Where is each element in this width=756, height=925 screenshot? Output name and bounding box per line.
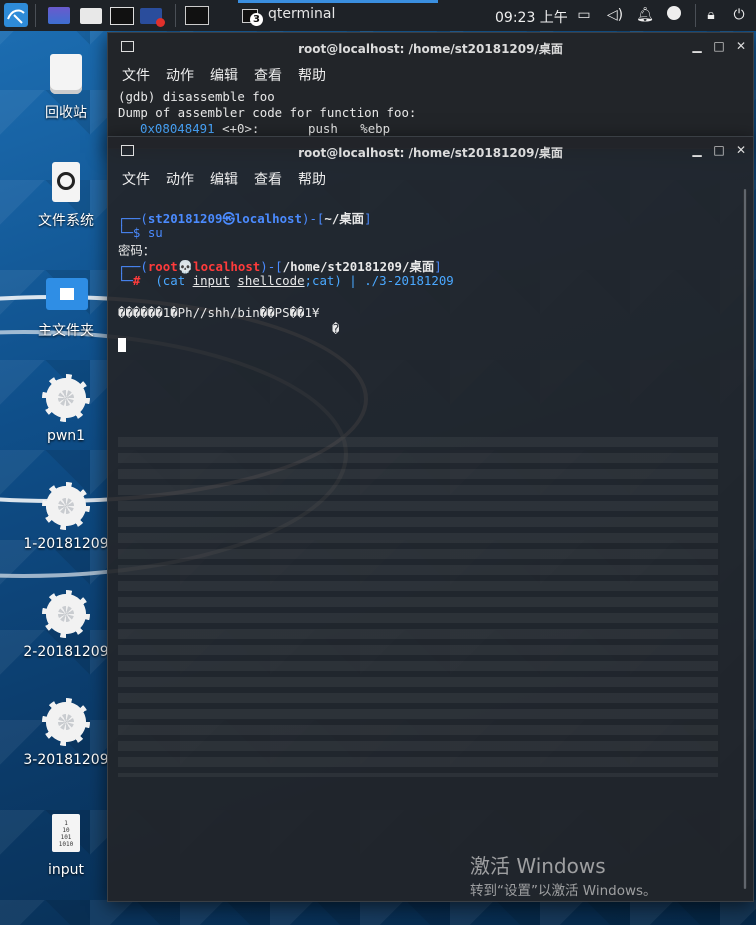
menu-action[interactable]: 动作 — [166, 65, 194, 85]
command-line-su: └─$ su — [118, 225, 163, 240]
volume-icon[interactable]: ◁) — [606, 6, 624, 24]
terminal-launcher-icon[interactable] — [110, 7, 134, 25]
gear-icon — [42, 590, 90, 638]
desktop-icon-1-20181209[interactable]: 1-20181209 — [16, 482, 116, 552]
task-count-badge: 3 — [250, 13, 263, 26]
menu-help[interactable]: 帮助 — [298, 169, 326, 189]
background-bleed — [118, 437, 718, 777]
screen-recorder-icon[interactable] — [140, 8, 165, 27]
output-line: ������1�Ph//shh/bin��PS��1¥ — [118, 305, 320, 320]
terminal-cursor[interactable] — [118, 338, 126, 353]
desktop-icon-input[interactable]: 1 10 101 1010 input — [16, 812, 116, 878]
gear-icon — [42, 482, 90, 530]
menu-file[interactable]: 文件 — [122, 169, 150, 189]
desktop-icon-pwn1[interactable]: pwn1 — [16, 374, 116, 444]
file-manager-icon[interactable] — [80, 8, 102, 24]
title-bar[interactable]: root@localhost: /home/st20181209/桌面 ▁ □ … — [108, 137, 753, 165]
notification-bell-icon[interactable]: 🔔︎ — [636, 6, 654, 24]
maximize-button[interactable]: □ — [712, 143, 726, 157]
logout-icon[interactable]: ⏻ — [730, 6, 748, 24]
terminal-window-front[interactable]: root@localhost: /home/st20181209/桌面 ▁ □ … — [107, 136, 754, 902]
desktop-icon-3-20181209[interactable]: 3-20181209 — [16, 698, 116, 768]
desktop-icon-2-20181209[interactable]: 2-20181209 — [16, 590, 116, 660]
active-task-indicator — [238, 0, 438, 3]
activation-watermark-subtitle: 转到“设置”以激活 Windows。 — [470, 883, 657, 899]
desktop-icon-filesystem[interactable]: 文件系统 — [16, 160, 116, 230]
menu-edit[interactable]: 编辑 — [210, 169, 238, 189]
terminal-window-back[interactable]: root@localhost: /home/st20181209/桌面 ▁ □ … — [107, 32, 754, 149]
drive-icon — [46, 160, 86, 204]
trash-icon — [46, 52, 86, 96]
menu-view[interactable]: 查看 — [254, 169, 282, 189]
lock-icon[interactable]: 🔒︎ — [702, 6, 720, 24]
title-bar[interactable]: root@localhost: /home/st20181209/桌面 ▁ □ … — [108, 33, 753, 61]
scrollbar-thumb[interactable] — [744, 189, 746, 889]
desktop-icon-trash[interactable]: 回收站 — [16, 52, 116, 122]
minimize-button[interactable]: ▁ — [690, 39, 704, 53]
binary-file-icon: 1 10 101 1010 — [46, 812, 86, 856]
desktop-icon-home[interactable]: 主文件夹 — [16, 270, 116, 340]
command-line-exploit: └─# (cat input shellcode;cat) | ./3-2018… — [118, 273, 454, 288]
taskbar: 3 qterminal 09:23 上午 ▭ ◁) 🔔︎ 🔒︎ ⏻ — [0, 0, 756, 31]
display-icon[interactable]: ▭ — [575, 6, 593, 24]
menu-edit[interactable]: 编辑 — [210, 65, 238, 85]
menu-action[interactable]: 动作 — [166, 169, 194, 189]
qterminal-task-label[interactable]: qterminal — [268, 6, 335, 22]
power-manager-icon[interactable] — [665, 6, 683, 24]
clock[interactable]: 09:23 上午 — [495, 7, 568, 27]
terminal-window-icon[interactable] — [185, 6, 209, 25]
menu-view[interactable]: 查看 — [254, 65, 282, 85]
maximize-button[interactable]: □ — [712, 39, 726, 53]
gear-icon — [42, 698, 90, 746]
menu-help[interactable]: 帮助 — [298, 65, 326, 85]
menu-bar: 文件 动作 编辑 查看 帮助 — [108, 61, 753, 87]
menu-bar: 文件 动作 编辑 查看 帮助 — [108, 165, 753, 191]
activation-watermark-title: 激活 Windows — [470, 854, 606, 878]
gear-icon — [42, 374, 90, 422]
menu-file[interactable]: 文件 — [122, 65, 150, 85]
home-folder-icon — [46, 270, 88, 314]
kali-menu-icon[interactable] — [4, 3, 28, 27]
output-line: � — [332, 321, 340, 336]
show-desktop-icon[interactable] — [48, 7, 70, 24]
asm-instruction: push %ebp — [308, 121, 391, 136]
asm-address: 0x08048491 <+0>: — [140, 121, 260, 136]
terminal-line: (gdb) disassemble foo — [118, 89, 275, 104]
close-button[interactable]: ✕ — [734, 39, 748, 53]
terminal-line: Dump of assembler code for function foo: — [118, 105, 417, 120]
close-button[interactable]: ✕ — [734, 143, 748, 157]
minimize-button[interactable]: ▁ — [690, 143, 704, 157]
